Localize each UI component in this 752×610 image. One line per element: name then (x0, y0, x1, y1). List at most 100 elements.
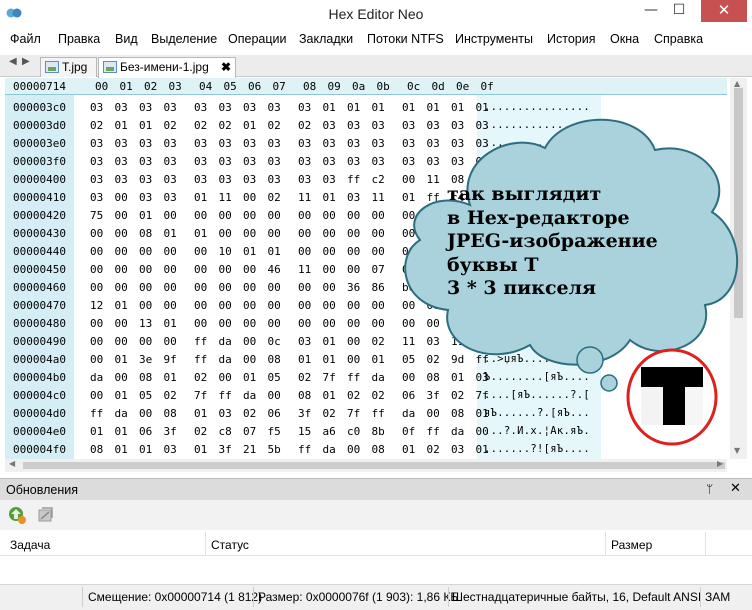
column-size[interactable]: Размер (611, 538, 652, 552)
hex-byte[interactable]: 12 (90, 299, 103, 312)
hex-byte[interactable]: 02 (268, 119, 281, 132)
hex-byte[interactable]: 00 (347, 227, 360, 240)
hex-byte[interactable]: 03 (347, 119, 360, 132)
hex-byte[interactable]: ff (372, 407, 385, 420)
scroll-left-icon[interactable]: ◀ (9, 459, 15, 468)
hex-byte[interactable]: 7f (194, 389, 207, 402)
hex-byte[interactable]: 00 (90, 317, 103, 330)
hex-byte[interactable]: 00 (402, 173, 415, 186)
hex-row[interactable]: 000004e0 01 01 06 3f 02 c8 07 f5 15 a6 c0 8b 0f ff da 00… (5, 422, 727, 440)
hex-byte[interactable]: 01 (115, 299, 128, 312)
hex-row[interactable]: 000003c0 03 03 03 03 03 03 03 03 03 01 01 01 01 01 01 01… (5, 98, 727, 116)
hex-byte[interactable]: 01 (194, 407, 207, 420)
hex-byte[interactable]: 02 (298, 371, 311, 384)
hex-byte[interactable]: 08 (139, 227, 152, 240)
hex-byte[interactable]: 00 (298, 281, 311, 294)
hex-byte[interactable]: 00 (268, 317, 281, 330)
hex-byte[interactable]: 03 (402, 155, 415, 168)
hex-byte[interactable]: 00 (323, 299, 336, 312)
menu-selection[interactable]: Выделение (151, 32, 217, 46)
panel-close-icon[interactable]: ✕ (730, 481, 741, 496)
hex-byte[interactable]: 00 (219, 317, 232, 330)
hex-byte[interactable]: 02 (427, 443, 440, 456)
hex-byte[interactable]: 00 (427, 299, 440, 312)
hex-byte[interactable]: 02 (347, 389, 360, 402)
hex-byte[interactable]: 03 (427, 119, 440, 132)
hex-byte[interactable]: 00 (427, 209, 440, 222)
hex-byte[interactable]: 02 (194, 371, 207, 384)
hex-byte[interactable]: 02 (194, 425, 207, 438)
hex-byte[interactable]: 00 (90, 263, 103, 276)
hex-byte[interactable]: 00 (115, 191, 128, 204)
maximize-button[interactable]: ☐ (665, 0, 693, 22)
hex-byte[interactable]: 03 (164, 173, 177, 186)
refresh-icon[interactable] (36, 505, 56, 525)
hex-byte[interactable]: da (219, 353, 232, 366)
tab-t-jpg[interactable]: T.jpg (40, 57, 97, 77)
hex-byte[interactable]: 00 (372, 209, 385, 222)
hex-byte[interactable]: 00 (347, 263, 360, 276)
hex-byte[interactable]: 03 (372, 155, 385, 168)
hex-byte[interactable]: da (402, 407, 415, 420)
hex-byte[interactable]: 03 (219, 173, 232, 186)
hex-byte[interactable]: 01 (402, 101, 415, 114)
hex-byte[interactable]: da (372, 371, 385, 384)
hex-byte[interactable]: 11 (372, 191, 385, 204)
hex-byte[interactable]: 02 (427, 353, 440, 366)
hex-byte[interactable]: 00 (219, 209, 232, 222)
hex-byte[interactable]: 02 (243, 407, 256, 420)
hex-byte[interactable]: 00 (243, 335, 256, 348)
hex-byte[interactable]: 03 (268, 155, 281, 168)
hex-byte[interactable]: 03 (115, 137, 128, 150)
hex-byte[interactable]: 21 (243, 443, 256, 456)
column-status[interactable]: Статус (211, 538, 249, 552)
hex-byte[interactable]: 01 (115, 389, 128, 402)
hex-byte[interactable]: 03 (219, 155, 232, 168)
hex-byte[interactable]: 08 (268, 353, 281, 366)
hex-byte[interactable]: 01 (164, 371, 177, 384)
hex-byte[interactable]: 46 (268, 263, 281, 276)
hex-byte[interactable]: 02 (372, 335, 385, 348)
hex-byte[interactable]: b6 (402, 281, 415, 294)
hex-byte[interactable]: 06 (268, 407, 281, 420)
hex-byte[interactable]: 00 (323, 281, 336, 294)
hex-byte[interactable]: 03 (268, 173, 281, 186)
hex-byte[interactable]: 05 (402, 353, 415, 366)
hex-row[interactable]: 00000480 00 00 13 01 00 00 00 00 00 00 00 00 00 00 00 00 (5, 314, 727, 332)
hex-byte[interactable]: 00 (323, 245, 336, 258)
hex-byte[interactable]: 36 (347, 281, 360, 294)
hex-byte[interactable]: a6 (323, 425, 336, 438)
check-updates-icon[interactable] (7, 505, 27, 525)
row-text[interactable]: ................ (484, 155, 590, 167)
hex-byte[interactable]: 01 (402, 443, 415, 456)
hex-byte[interactable]: da (115, 407, 128, 420)
hex-byte[interactable]: 15 (298, 425, 311, 438)
hex-byte[interactable]: 00 (164, 245, 177, 258)
hex-byte[interactable]: 08 (139, 371, 152, 384)
hex-byte[interactable]: 08 (164, 407, 177, 420)
row-text[interactable]: .......?![яЪ.... (484, 443, 590, 455)
hex-byte[interactable]: 03 (194, 173, 207, 186)
hex-byte[interactable]: 00 (476, 317, 489, 330)
hex-byte[interactable]: 00 (268, 209, 281, 222)
hex-byte[interactable]: 03 (323, 119, 336, 132)
hex-byte[interactable]: 01 (243, 371, 256, 384)
hex-byte[interactable]: 8b (372, 425, 385, 438)
hex-byte[interactable]: 00 (298, 209, 311, 222)
hex-byte[interactable]: 03 (164, 155, 177, 168)
hex-byte[interactable]: 01 (194, 443, 207, 456)
menu-tools[interactable]: Инструменты (455, 32, 533, 46)
hex-byte[interactable]: 03 (451, 119, 464, 132)
hex-byte[interactable]: 03 (298, 137, 311, 150)
hex-byte[interactable]: 00 (90, 227, 103, 240)
hex-byte[interactable]: c2 (372, 173, 385, 186)
hex-byte[interactable]: 00 (347, 245, 360, 258)
hex-byte[interactable]: 01 (194, 191, 207, 204)
hex-byte[interactable]: 03 (323, 173, 336, 186)
hex-byte[interactable]: 00 (139, 263, 152, 276)
hex-byte[interactable]: 01 (90, 425, 103, 438)
hex-row[interactable]: 000003e0 03 03 03 03 03 03 03 03 03 03 03 03 03 03 03 03… (5, 134, 727, 152)
hex-byte[interactable]: 0f (402, 425, 415, 438)
hex-byte[interactable]: 00 (243, 317, 256, 330)
hex-byte[interactable]: 86 (372, 281, 385, 294)
